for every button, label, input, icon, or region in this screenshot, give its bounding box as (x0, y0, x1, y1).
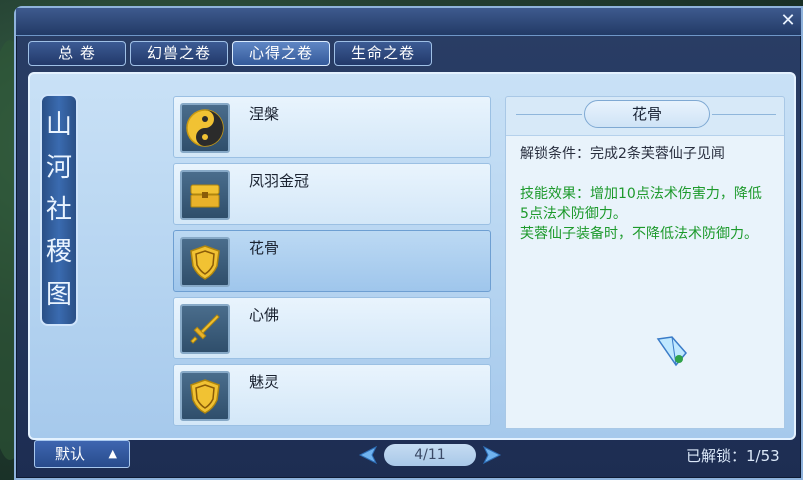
detail-body: 解锁条件：完成2条芙蓉仙子见闻 技能效果：增加10点法术伤害力，降低5点法术防御… (506, 135, 784, 428)
skill-list: 涅槃 凤羽金冠 花骨 心佛 魅灵 (173, 96, 491, 431)
gem-icon (652, 331, 692, 377)
banner-char: 稷 (45, 237, 72, 268)
page-indicator: 4/11 (384, 444, 476, 466)
divider (712, 114, 776, 115)
skill-name: 凤羽金冠 (249, 172, 310, 190)
shield-icon (180, 371, 230, 421)
content-panel: 山 河 社 稷 图 涅槃 凤羽金冠 花骨 心佛 魅灵 花骨 解锁条件：完成2条芙… (28, 72, 796, 440)
skill-item-fengyu[interactable]: 凤羽金冠 (173, 163, 491, 225)
unlock-condition: 解锁条件：完成2条芙蓉仙子见闻 (520, 146, 725, 162)
banner-char: 社 (45, 194, 72, 225)
skill-name: 花骨 (249, 239, 280, 257)
tab-life[interactable]: 生命之卷 (334, 41, 432, 66)
close-button[interactable]: ✕ (777, 10, 799, 32)
skill-effect-note: 芙蓉仙子装备时，不降低法术防御力。 (520, 226, 758, 242)
skill-effect: 技能效果：增加10点法术伤害力，降低5点法术防御力。 (520, 186, 762, 222)
tab-pets[interactable]: 幻兽之卷 (130, 41, 228, 66)
banner-char: 河 (45, 152, 72, 183)
skill-item-huagu[interactable]: 花骨 (173, 230, 491, 292)
tab-bar: 总 卷 幻兽之卷 心得之卷 生命之卷 (28, 41, 432, 66)
next-page-button[interactable] (480, 443, 504, 467)
divider (516, 114, 582, 115)
banner-char: 图 (45, 279, 72, 310)
banner-char: 山 (45, 110, 72, 141)
prev-page-button[interactable] (356, 443, 380, 467)
window-titlebar (16, 8, 801, 36)
arrow-right-icon (482, 445, 502, 465)
skill-item-niepan[interactable]: 涅槃 (173, 96, 491, 158)
detail-title: 花骨 (584, 100, 710, 128)
tab-insights[interactable]: 心得之卷 (232, 41, 330, 66)
treasure-chest-icon (180, 170, 230, 220)
shield-icon (180, 237, 230, 287)
skill-name: 涅槃 (249, 105, 280, 123)
default-label: 默认 (55, 445, 86, 463)
skill-detail-panel: 花骨 解锁条件：完成2条芙蓉仙子见闻 技能效果：增加10点法术伤害力，降低5点法… (505, 96, 785, 429)
arrow-left-icon (358, 445, 378, 465)
sword-icon (180, 304, 230, 354)
skill-name: 心佛 (249, 306, 280, 324)
skill-item-xinfo[interactable]: 心佛 (173, 297, 491, 359)
skill-item-meiling[interactable]: 魅灵 (173, 364, 491, 426)
yin-yang-icon (180, 103, 230, 153)
skill-name: 魅灵 (249, 373, 280, 391)
unlocked-count: 已解锁：1/53 (686, 447, 780, 465)
default-dropdown[interactable]: 默认 ▲ (34, 440, 130, 468)
scroll-window: ✕ 总 卷 幻兽之卷 心得之卷 生命之卷 山 河 社 稷 图 涅槃 凤羽金冠 花… (14, 6, 803, 480)
chevron-up-icon: ▲ (108, 447, 117, 460)
detail-header: 花骨 (506, 97, 784, 131)
tab-general[interactable]: 总 卷 (28, 41, 126, 66)
title-banner: 山 河 社 稷 图 (40, 94, 78, 326)
